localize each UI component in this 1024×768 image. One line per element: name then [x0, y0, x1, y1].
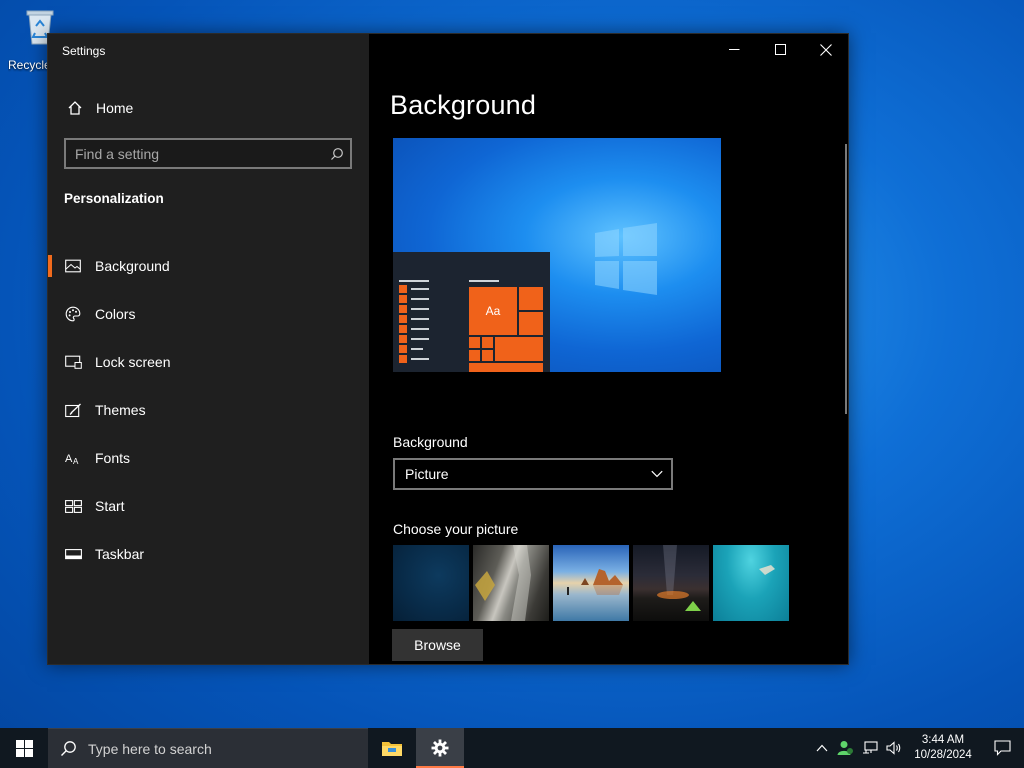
window-title: Settings	[62, 44, 106, 58]
minimize-icon	[728, 49, 739, 50]
page-title: Background	[390, 90, 537, 120]
browse-button[interactable]: Browse	[392, 629, 483, 661]
file-explorer-button[interactable]	[368, 728, 416, 768]
home-icon	[65, 100, 85, 116]
themes-icon	[63, 403, 83, 418]
sidebar-item-colors[interactable]: Colors	[48, 290, 369, 338]
search-icon	[48, 740, 88, 757]
background-preview: Aa	[393, 138, 721, 372]
palette-icon	[63, 306, 83, 322]
fonts-icon: AA	[63, 451, 83, 465]
sidebar-item-label: Fonts	[95, 450, 131, 466]
background-type-dropdown[interactable]: Picture	[393, 458, 673, 490]
preview-start-menu: Aa	[393, 252, 550, 372]
sidebar-item-lock-screen[interactable]: Lock screen	[48, 338, 369, 386]
svg-text:A: A	[73, 457, 79, 465]
sidebar-item-label: Taskbar	[95, 546, 145, 562]
settings-window: Settings Home Personalization Background	[47, 33, 849, 665]
taskbar-search-box[interactable]: Type here to search	[48, 728, 368, 768]
action-center-button[interactable]	[980, 728, 1024, 768]
start-icon	[63, 499, 83, 513]
taskbar-clock[interactable]: 3:44 AM 10/28/2024	[906, 733, 980, 763]
find-setting-search[interactable]	[64, 138, 352, 169]
settings-taskbar-button[interactable]	[416, 728, 464, 768]
home-nav-item[interactable]: Home	[48, 92, 369, 124]
night-sky-tent-picture[interactable]	[633, 545, 709, 621]
sidebar-item-label: Background	[95, 258, 170, 274]
sidebar-item-taskbar[interactable]: Taskbar	[48, 530, 369, 578]
network-icon[interactable]	[858, 728, 882, 768]
taskbar-search-placeholder: Type here to search	[88, 740, 212, 757]
content-scrollbar[interactable]	[845, 144, 847, 414]
personalization-heading: Personalization	[64, 191, 164, 206]
dark-blue-picture[interactable]	[393, 545, 469, 621]
sidebar-item-fonts[interactable]: AA Fonts	[48, 434, 369, 482]
personalization-nav-list: Background Colors Lock screen Themes A A…	[48, 242, 369, 578]
volume-icon[interactable]	[882, 728, 906, 768]
svg-text:A: A	[65, 453, 73, 465]
close-icon	[820, 43, 832, 56]
user-people-icon[interactable]	[834, 728, 858, 768]
chevron-down-icon	[651, 470, 663, 478]
taskbar-icon	[63, 548, 83, 560]
sidebar-item-label: Lock screen	[95, 354, 171, 370]
selected-indicator	[48, 255, 52, 277]
background-type-value: Picture	[405, 466, 449, 482]
picture-thumbnails	[393, 545, 789, 621]
sidebar-item-background[interactable]: Background	[48, 242, 369, 290]
windows-logo-preview-icon	[595, 223, 657, 295]
settings-sidebar: Settings Home Personalization Background	[48, 34, 369, 664]
sidebar-item-label: Start	[95, 498, 125, 514]
underwater-swimmer-picture[interactable]	[713, 545, 789, 621]
find-setting-input[interactable]	[66, 145, 324, 162]
beach-rocks-picture[interactable]	[553, 545, 629, 621]
rock-wall-picture[interactable]	[473, 545, 549, 621]
choose-picture-label: Choose your picture	[393, 521, 519, 537]
taskbar: Type here to search 3:44 AM 10/28/2024	[0, 728, 1024, 768]
sidebar-item-themes[interactable]: Themes	[48, 386, 369, 434]
system-tray: 3:44 AM 10/28/2024	[810, 728, 1024, 768]
windows-start-icon	[15, 739, 33, 757]
search-icon[interactable]	[324, 147, 350, 161]
maximize-icon	[774, 44, 786, 55]
sidebar-item-start[interactable]: Start	[48, 482, 369, 530]
sidebar-item-label: Themes	[95, 402, 146, 418]
clock-time: 3:44 AM	[921, 734, 965, 746]
clock-date: 10/28/2024	[914, 749, 972, 761]
picture-icon	[63, 259, 83, 273]
minimize-button[interactable]	[711, 34, 757, 65]
file-explorer-icon	[382, 742, 402, 756]
lock-screen-icon	[63, 355, 83, 369]
maximize-button[interactable]	[757, 34, 803, 65]
close-button[interactable]	[803, 34, 848, 65]
notification-icon	[993, 740, 1011, 756]
settings-gear-icon	[431, 739, 449, 757]
settings-content: Background Aa Background Picture Choose …	[369, 34, 848, 664]
preview-tile-aa: Aa	[468, 286, 518, 336]
sidebar-item-label: Colors	[95, 306, 136, 322]
home-label: Home	[96, 100, 134, 116]
show-hidden-icons-chevron-icon[interactable]	[810, 728, 834, 768]
background-label: Background	[393, 434, 468, 450]
start-button[interactable]	[0, 728, 48, 768]
